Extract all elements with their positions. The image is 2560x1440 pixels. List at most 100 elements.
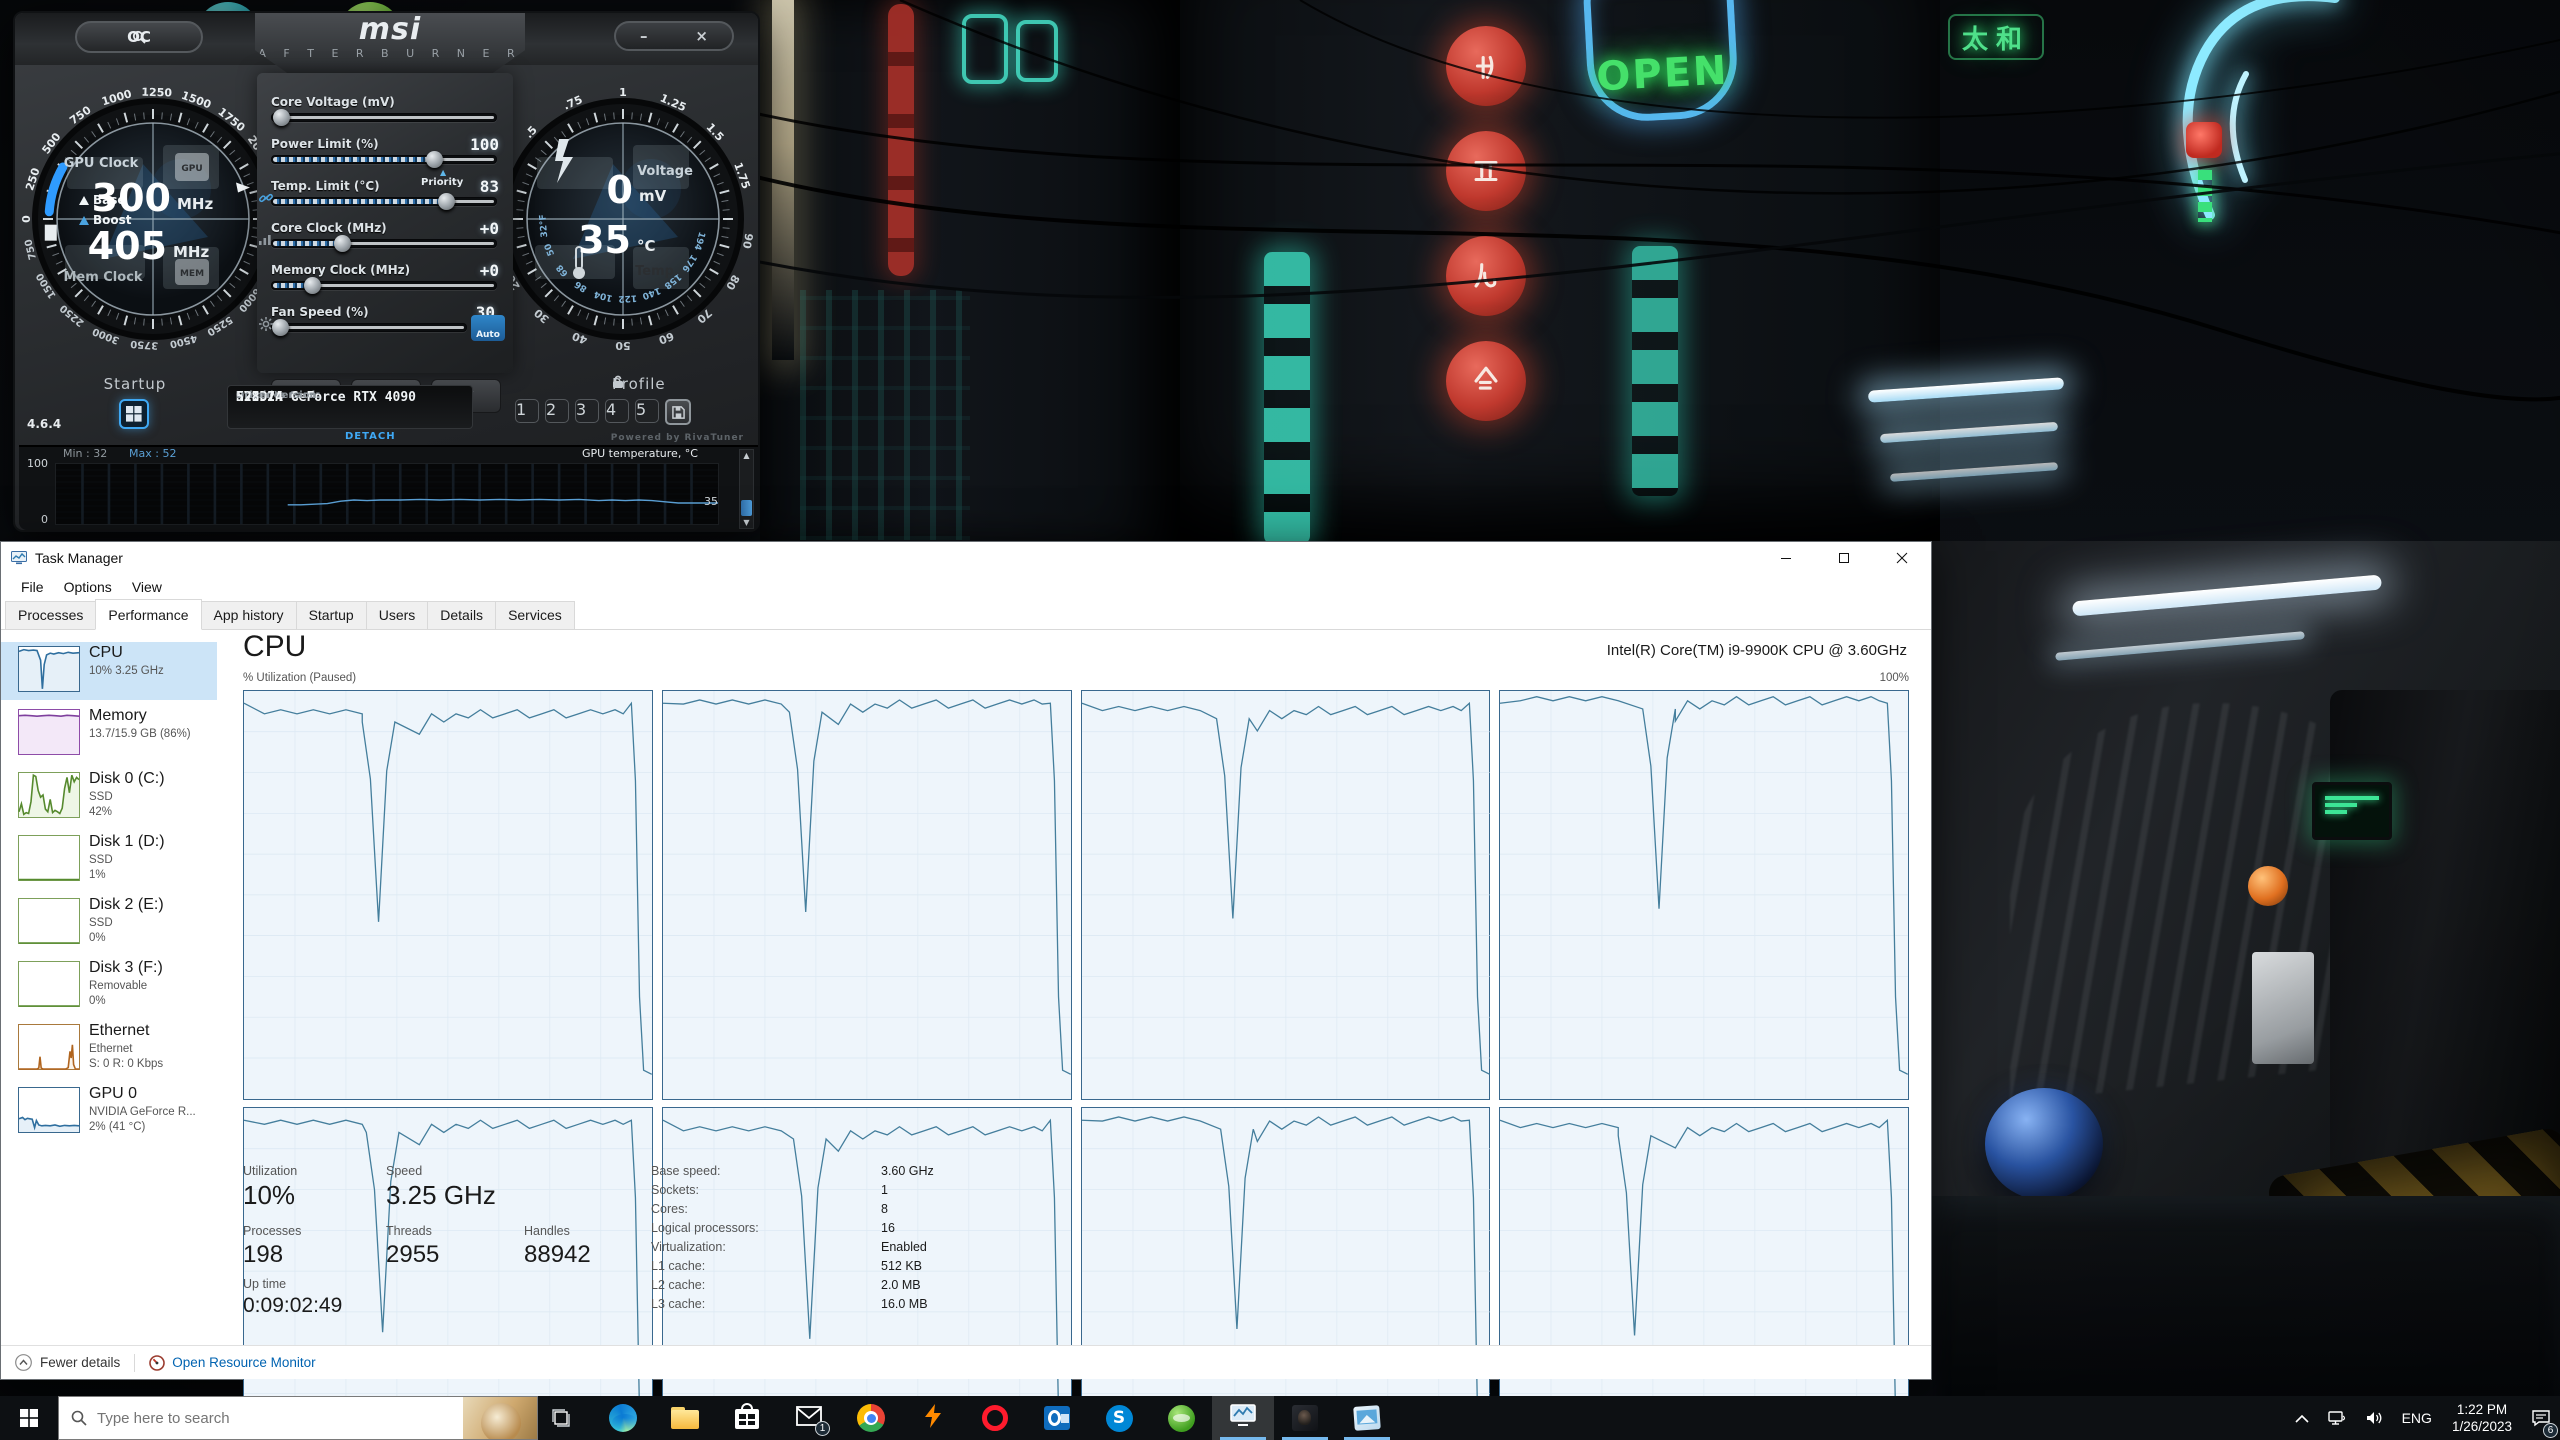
close-button[interactable]	[1873, 542, 1931, 574]
taskbar-app-task-manager[interactable]	[1212, 1396, 1274, 1440]
volume-tray-button[interactable]	[2356, 1396, 2392, 1440]
tab-app-history[interactable]: App history	[201, 601, 297, 629]
tab-performance[interactable]: Performance	[95, 599, 201, 630]
profile-slot-button-5[interactable]: 5	[635, 399, 659, 423]
show-hidden-icons-button[interactable]	[2286, 1396, 2318, 1440]
menu-file[interactable]: File	[11, 576, 54, 598]
gpu-temperature-line	[288, 499, 718, 504]
tab-users[interactable]: Users	[366, 601, 429, 629]
slider-track[interactable]	[271, 155, 497, 164]
sidebar-item-memory[interactable]: Memory13.7/15.9 GB (86%)	[1, 705, 217, 763]
profile-slot-button-2[interactable]: 2	[545, 399, 569, 423]
sidebar-item-cpu[interactable]: CPU10% 3.25 GHz	[1, 642, 217, 700]
taskbar-app-lightning-app[interactable]	[902, 1396, 964, 1440]
gauge-text: GPU Clock	[64, 156, 139, 171]
profile-slot-button-3[interactable]: 3	[575, 399, 599, 423]
profile-slot-button-4[interactable]: 4	[605, 399, 629, 423]
clock[interactable]: 1:22 PM 1/26/2023	[2442, 1401, 2522, 1435]
scroll-up-icon[interactable]: ▲	[742, 451, 751, 460]
tab-processes[interactable]: Processes	[5, 601, 96, 629]
graph-title: GPU temperature, °C	[582, 447, 698, 460]
sidebar-item-sub2: S: 0 R: 0 Kbps	[89, 1058, 163, 1070]
slider-thumb[interactable]	[273, 109, 290, 126]
menu-view[interactable]: View	[122, 576, 172, 598]
slider-thumb[interactable]	[426, 151, 443, 168]
slider-thumb[interactable]	[272, 319, 289, 336]
task-view-button[interactable]	[538, 1396, 584, 1440]
slider-track[interactable]	[271, 113, 497, 122]
detail-key: Base speed:	[651, 1164, 721, 1178]
sidebar-item-disk-1-d-[interactable]: Disk 1 (D:)SSD1%	[1, 831, 217, 889]
msi-close-button[interactable]: ×	[695, 23, 708, 49]
sidebar-item-disk-2-e-[interactable]: Disk 2 (E:)SSD0%	[1, 894, 217, 952]
sidebar-item-ethernet[interactable]: EthernetEthernetS: 0 R: 0 Kbps	[1, 1020, 217, 1078]
scroll-down-icon[interactable]: ▼	[742, 518, 751, 527]
detach-link[interactable]: DETACH	[345, 431, 396, 442]
stat-value: 198	[243, 1241, 283, 1269]
gear-icon	[259, 317, 273, 331]
tab-startup[interactable]: Startup	[296, 601, 367, 629]
opera-icon	[982, 1405, 1008, 1431]
slider-track[interactable]	[271, 239, 497, 248]
slider-fill	[273, 157, 431, 162]
scroll-thumb[interactable]	[741, 500, 752, 516]
slider-thumb[interactable]	[438, 193, 455, 210]
lightning-app-icon	[922, 1403, 944, 1434]
sidebar-item-disk-3-f-[interactable]: Disk 3 (F:)Removable0%	[1, 957, 217, 1015]
taskbar-app-opera[interactable]	[964, 1396, 1026, 1440]
detail-row: Base speed:3.60 GHz	[651, 1164, 1111, 1183]
gauge-scale-label: 122	[618, 292, 637, 303]
msi-minimize-button[interactable]: –	[640, 23, 648, 49]
taskbar-app-green-orb-app[interactable]	[1150, 1396, 1212, 1440]
start-button[interactable]	[0, 1396, 58, 1440]
gauge-text: MHz	[177, 195, 213, 213]
gauge-text: GPU	[181, 164, 202, 174]
sidebar-item-disk-0-c-[interactable]: Disk 0 (C:)SSD42%	[1, 768, 217, 826]
taskbar-app-store[interactable]	[716, 1396, 778, 1440]
oc-scanner-button[interactable]: OC	[75, 21, 203, 53]
search-icon	[71, 1410, 87, 1426]
slider-track[interactable]	[271, 197, 497, 206]
maximize-button[interactable]	[1815, 542, 1873, 574]
slider-thumb[interactable]	[334, 235, 351, 252]
slider-track[interactable]	[271, 281, 497, 290]
search-highlight-image[interactable]	[463, 1397, 537, 1439]
profile-slot-button-1[interactable]: 1	[515, 399, 539, 423]
taskbar-app-mail[interactable]: 1	[778, 1396, 840, 1440]
tab-details[interactable]: Details	[427, 601, 496, 629]
startup-windows-button[interactable]	[119, 399, 149, 429]
taskbar-app-photos[interactable]	[1336, 1396, 1398, 1440]
uptime-value: 0:09:02:49	[243, 1294, 342, 1318]
slider-track[interactable]	[271, 323, 467, 332]
tab-services[interactable]: Services	[495, 601, 575, 629]
slider-thumb[interactable]	[304, 277, 321, 294]
gauge-scale-label: 0	[20, 215, 33, 223]
sidebar-item-sub1: Ethernet	[89, 1043, 132, 1055]
fewer-details-button[interactable]: Fewer details	[15, 1354, 120, 1371]
resource-monitor-icon	[149, 1355, 165, 1371]
network-tray-button[interactable]	[2318, 1396, 2356, 1440]
profile-label: Profile	[543, 375, 693, 393]
fan-auto-button[interactable]: Auto	[471, 315, 505, 341]
minimize-button[interactable]	[1757, 542, 1815, 574]
taskbar-app-edge[interactable]	[592, 1396, 654, 1440]
notification-center-button[interactable]: 6	[2522, 1396, 2560, 1440]
taskbar-app-file-explorer[interactable]	[654, 1396, 716, 1440]
taskbar-search[interactable]	[58, 1396, 538, 1440]
detail-row: L2 cache:2.0 MB	[651, 1278, 1111, 1297]
taskbar-app-outlook[interactable]	[1026, 1396, 1088, 1440]
sidebar-item-sub1: SSD	[89, 917, 113, 929]
sidebar-item-gpu-0[interactable]: GPU 0NVIDIA GeForce R...2% (41 °C)	[1, 1083, 217, 1141]
graph-scrollbar[interactable]: ▲ ▼	[739, 449, 754, 529]
search-input[interactable]	[97, 1410, 427, 1427]
menu-options[interactable]: Options	[54, 576, 122, 598]
taskbar-app-media-dark-app[interactable]	[1274, 1396, 1336, 1440]
open-resource-monitor-link[interactable]: Open Resource Monitor	[149, 1355, 315, 1371]
detail-key: Sockets:	[651, 1183, 699, 1197]
taskbar-app-skype[interactable]: S	[1088, 1396, 1150, 1440]
profile-save-button[interactable]	[665, 399, 691, 425]
language-indicator[interactable]: ENG	[2392, 1410, 2442, 1426]
task-manager-title-bar[interactable]: Task Manager	[1, 542, 1931, 574]
taskbar-app-chrome[interactable]	[840, 1396, 902, 1440]
msi-window-controls: – ×	[614, 21, 734, 51]
